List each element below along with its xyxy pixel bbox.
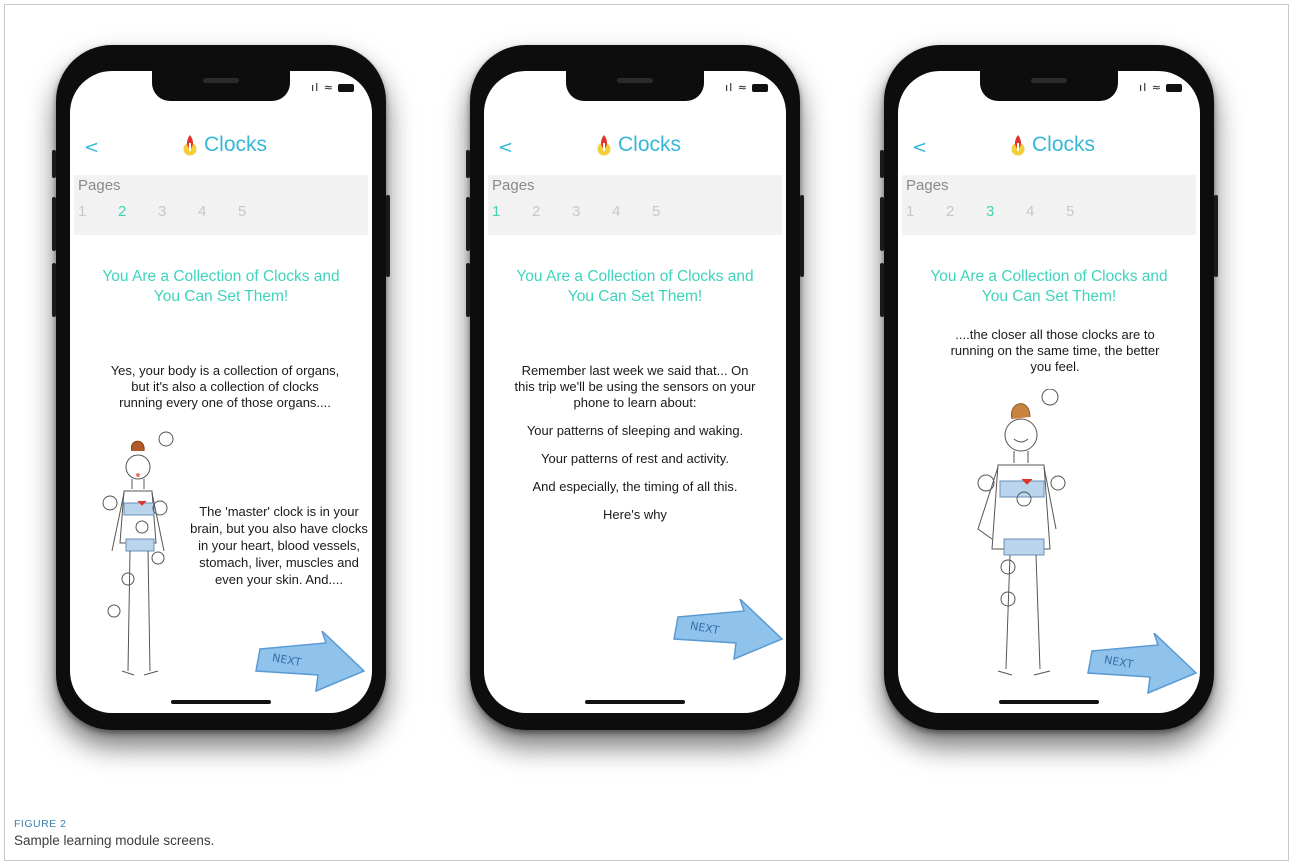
lesson-heading: You Are a Collection of Clocks and You Ca… bbox=[102, 268, 340, 305]
phone-screen-1: ıl ≈ < Clocks Pages 12345 You Are a Coll… bbox=[70, 71, 372, 713]
lesson-paragraph: The 'master' clock is in your brain, but… bbox=[190, 504, 368, 587]
page-number-3[interactable]: 3 bbox=[158, 203, 198, 220]
back-button[interactable]: < bbox=[84, 137, 99, 158]
page-selector: Pages 12345 bbox=[488, 175, 782, 235]
home-indicator bbox=[999, 700, 1099, 704]
page-selector: Pages 12345 bbox=[74, 175, 368, 235]
phone-mockup-1: ıl ≈ < Clocks Pages 12345 You Are a Coll… bbox=[52, 45, 390, 730]
figure-label: FIGURE 2 bbox=[14, 818, 67, 830]
lesson-paragraph: And especially, the timing of all this. bbox=[532, 479, 738, 494]
back-button[interactable]: < bbox=[498, 137, 513, 158]
lesson-heading: You Are a Collection of Clocks and You Ca… bbox=[930, 268, 1168, 305]
lesson-paragraph: Your patterns of sleeping and waking. bbox=[526, 423, 744, 438]
page-number-1[interactable]: 1 bbox=[492, 203, 532, 220]
lesson-text: Remember last week we said that... On th… bbox=[510, 363, 760, 535]
app-title: Clocks bbox=[618, 133, 682, 156]
battery-icon bbox=[338, 84, 354, 92]
lesson-text: Yes, your body is a collection of organs… bbox=[110, 363, 340, 423]
home-indicator bbox=[585, 700, 685, 704]
body-clocks-illustration bbox=[977, 389, 1066, 676]
clocks-logo-icon bbox=[597, 135, 611, 156]
lesson-text: ....the closer all those clocks are to r… bbox=[948, 327, 1162, 387]
next-button[interactable]: NEXT bbox=[1086, 633, 1198, 695]
home-indicator bbox=[171, 700, 271, 704]
page-number-3[interactable]: 3 bbox=[986, 203, 1026, 220]
page-number-2[interactable]: 2 bbox=[946, 203, 986, 220]
app-header: < Clocks bbox=[70, 129, 372, 169]
page-number-4[interactable]: 4 bbox=[1026, 203, 1066, 220]
lesson-paragraph: Here's why bbox=[603, 507, 667, 522]
next-button[interactable]: NEXT bbox=[672, 599, 784, 661]
phone-mockup-2: ıl ≈ < Clocks Pages 12345 You Are a Coll… bbox=[466, 45, 804, 730]
pages-label: Pages bbox=[906, 177, 949, 194]
page-number-1[interactable]: 1 bbox=[906, 203, 946, 220]
page-selector: Pages 12345 bbox=[902, 175, 1196, 235]
page-number-5[interactable]: 5 bbox=[238, 203, 278, 220]
back-button[interactable]: < bbox=[912, 137, 927, 158]
next-button[interactable]: NEXT bbox=[254, 631, 366, 693]
app-title: Clocks bbox=[1032, 133, 1096, 156]
figure-caption: Sample learning module screens. bbox=[14, 833, 215, 848]
wifi-icon: ≈ bbox=[323, 81, 334, 94]
signal-icon: ıl bbox=[1139, 81, 1148, 94]
page-number-4[interactable]: 4 bbox=[198, 203, 238, 220]
signal-icon: ıl bbox=[311, 81, 320, 94]
battery-icon bbox=[1166, 84, 1182, 92]
page-number-2[interactable]: 2 bbox=[118, 203, 158, 220]
lesson-text-secondary: The 'master' clock is in your brain, but… bbox=[188, 503, 370, 600]
clocks-logo-icon bbox=[183, 135, 197, 156]
notch bbox=[980, 71, 1118, 101]
lesson-paragraph: Your patterns of rest and activity. bbox=[541, 451, 729, 466]
page-number-5[interactable]: 5 bbox=[652, 203, 692, 220]
page-number-4[interactable]: 4 bbox=[612, 203, 652, 220]
phone-screen-3: ıl ≈ < Clocks Pages 12345 You Are a Coll… bbox=[898, 71, 1200, 713]
wifi-icon: ≈ bbox=[1151, 81, 1162, 94]
phone-mockup-3: ıl ≈ < Clocks Pages 12345 You Are a Coll… bbox=[880, 45, 1218, 730]
status-bar: ıl ≈ bbox=[725, 81, 768, 94]
page-number-1[interactable]: 1 bbox=[78, 203, 118, 220]
app-header: < Clocks bbox=[898, 129, 1200, 169]
page-number-2[interactable]: 2 bbox=[532, 203, 572, 220]
pages-label: Pages bbox=[78, 177, 121, 194]
signal-icon: ıl bbox=[725, 81, 734, 94]
lesson-paragraph: Remember last week we said that... On th… bbox=[514, 363, 756, 410]
notch bbox=[152, 71, 290, 101]
status-bar: ıl ≈ bbox=[311, 81, 354, 94]
page-number-3[interactable]: 3 bbox=[572, 203, 612, 220]
body-clocks-illustration bbox=[102, 431, 174, 676]
lesson-paragraph: ....the closer all those clocks are to r… bbox=[950, 327, 1160, 374]
status-bar: ıl ≈ bbox=[1139, 81, 1182, 94]
phone-screen-2: ıl ≈ < Clocks Pages 12345 You Are a Coll… bbox=[484, 71, 786, 713]
notch bbox=[566, 71, 704, 101]
wifi-icon: ≈ bbox=[737, 81, 748, 94]
lesson-paragraph: Yes, your body is a collection of organs… bbox=[110, 363, 340, 410]
lesson-heading: You Are a Collection of Clocks and You Ca… bbox=[516, 268, 754, 305]
page-number-5[interactable]: 5 bbox=[1066, 203, 1106, 220]
battery-icon bbox=[752, 84, 768, 92]
clocks-logo-icon bbox=[1011, 135, 1025, 156]
app-title: Clocks bbox=[204, 133, 268, 156]
app-header: < Clocks bbox=[484, 129, 786, 169]
pages-label: Pages bbox=[492, 177, 535, 194]
